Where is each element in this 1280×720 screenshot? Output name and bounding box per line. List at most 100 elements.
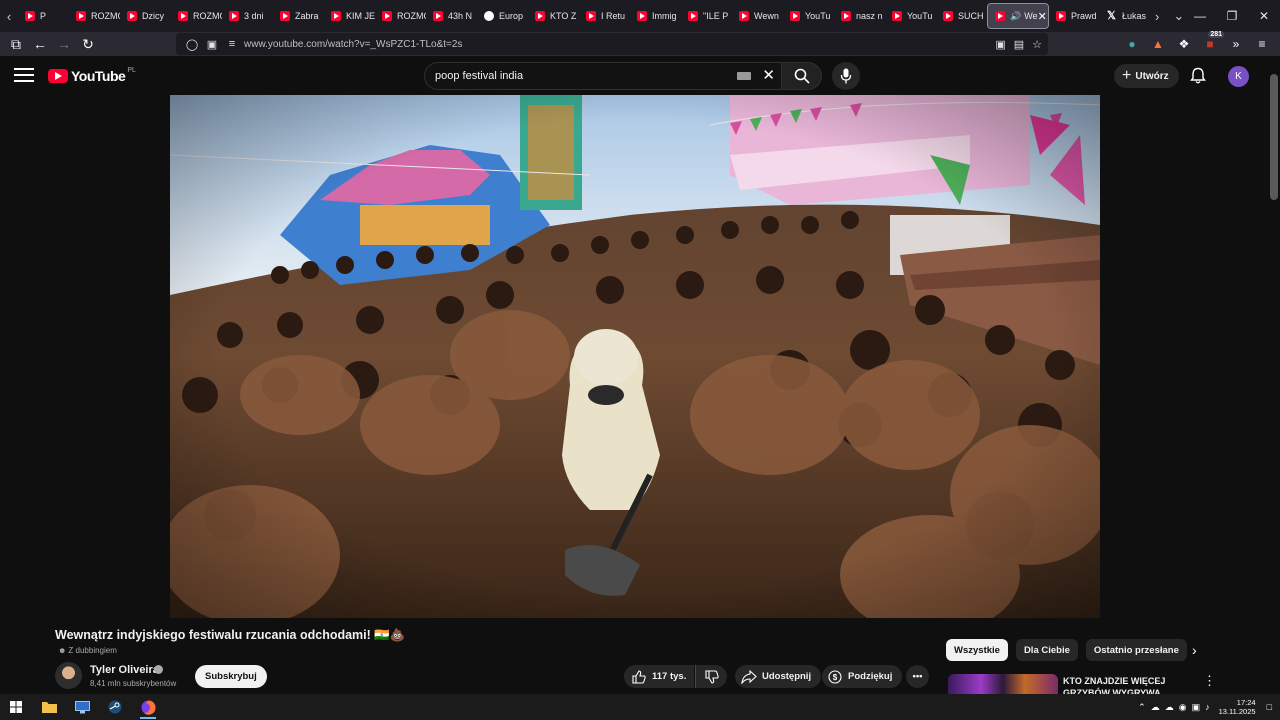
browser-tab[interactable]: ROZMO [375,3,426,29]
close-window-icon[interactable]: ✕ [1248,0,1280,32]
system-tray: ⌃ ☁ ☁ ◉ ▣ ♪ 17:24 13.11.2025 □ [1138,694,1280,720]
browser-tab[interactable]: Prawd [1049,3,1100,29]
keyboard-icon[interactable] [737,72,751,80]
taskbar-monitor-app[interactable] [66,694,98,720]
dislike-button[interactable] [695,665,727,688]
create-button[interactable]: + Utwórz [1114,64,1179,88]
browser-tab[interactable]: SUCH [936,3,987,29]
search-icon [794,68,810,84]
browser-tab[interactable]: ROZMO [69,3,120,29]
url-text[interactable]: www.youtube.com/watch?v=_WsPZC1-TLo&t=2s [244,39,462,50]
tray-overflow-icon[interactable]: ⌃ [1138,702,1146,713]
thanks-button[interactable]: $ Podziękuj [822,665,903,688]
recommendation-thumbnail[interactable] [948,674,1058,694]
list-all-tabs-icon[interactable]: ⌄ [1173,8,1184,24]
onedrive-cloud-icon[interactable]: ☁ [1151,702,1160,713]
forward-icon[interactable]: → [52,32,76,56]
overflow-icon[interactable]: » [1226,34,1246,54]
clock[interactable]: 17:24 13.11.2025 [1219,698,1256,716]
browser-tab[interactable]: P [18,3,69,29]
browser-tab[interactable]: 43h N [426,3,477,29]
tab-overview-icon[interactable]: ⧉ [4,32,28,56]
youtube-icon [535,11,545,21]
browser-tab[interactable]: YouTu [783,3,834,29]
more-actions-button[interactable]: ••• [906,665,929,688]
volume-icon[interactable]: ♪ [1205,702,1210,712]
back-icon[interactable]: ← [28,32,52,56]
reload-icon[interactable]: ↻ [76,32,100,56]
browser-tab-label: We [1024,11,1038,21]
taskbar-steam[interactable] [99,694,131,720]
tabs-scroll-right-icon[interactable]: › [1155,9,1159,24]
browser-tab[interactable]: 𝕏 Łukas [1100,3,1151,29]
taskbar-file-explorer[interactable] [33,694,65,720]
youtube-logo[interactable]: YouTube PL [48,67,136,84]
browser-tab[interactable]: 3 dni [222,3,273,29]
browser-tab[interactable]: Dzicy [120,3,171,29]
video-player[interactable] [170,95,1100,618]
browser-tab[interactable]: YouTu [885,3,936,29]
microphone-icon [840,68,852,84]
lock-icon[interactable]: ▣ [204,38,220,51]
microphone-tray-icon[interactable]: ◉ [1179,702,1187,713]
close-tab-icon[interactable]: ✕ [1038,10,1047,23]
browser-tab[interactable]: nasz n [834,3,885,29]
ublock-icon[interactable]: ■ 281 [1200,31,1224,54]
chip-recently-uploaded[interactable]: Ostatnio przesłane [1085,639,1187,661]
taskbar-firefox[interactable] [132,694,164,720]
browser-tab[interactable]: KIM JE [324,3,375,29]
like-button[interactable]: 117 tys. [624,665,694,688]
dubbing-label: ☻ Z dubbingiem [58,646,117,655]
fox-extension-icon[interactable]: ▲ [1148,34,1168,54]
browser-tab[interactable]: Immig [630,3,681,29]
browser-tab[interactable]: "ILE P [681,3,732,29]
browser-tab-active[interactable]: 🔊 We ✕ [987,3,1049,29]
share-button[interactable]: Udostępnij [735,665,822,688]
channel-avatar[interactable] [55,662,82,689]
account-avatar[interactable]: K [1228,66,1249,87]
app-menu-icon[interactable]: ≡ [1252,34,1272,54]
browser-tab[interactable]: ROZMO [171,3,222,29]
chip-for-you[interactable]: Dla Ciebie [1015,639,1078,661]
notifications-bell-icon[interactable] [1190,67,1206,85]
search-input[interactable] [435,70,735,82]
browser-tab[interactable]: Europ [477,3,528,29]
extensions-icon[interactable]: ❖ [1174,34,1194,54]
browser-tab[interactable]: KTO Z [528,3,579,29]
minimize-icon[interactable]: — [1184,0,1216,32]
network-icon[interactable]: ▣ [1192,702,1201,713]
chip-all[interactable]: Wszystkie [946,639,1008,661]
browser-tab-label: Dzicy [142,11,164,21]
notifications-icon[interactable]: □ [1267,702,1272,712]
chips-next-icon[interactable]: › [1192,642,1197,658]
browser-tab[interactable]: I Retu [579,3,630,29]
cloud-sync-icon[interactable]: ☁ [1165,702,1174,713]
folder-icon [41,702,57,713]
restore-icon[interactable]: ❐ [1216,0,1248,32]
tracking-protection-icon[interactable]: ◯ [184,38,200,51]
start-button[interactable] [0,694,32,720]
browser-tab[interactable]: Zabra [273,3,324,29]
scrollbar-thumb[interactable] [1270,74,1278,200]
page-scrollbar[interactable] [1268,64,1280,694]
address-bar[interactable]: ◯ ▣ ≡ www.youtube.com/watch?v=_WsPZC1-TL… [176,33,1048,55]
bookmark-star-icon[interactable]: ☆ [1032,38,1042,51]
hamburger-menu-icon[interactable] [14,68,34,84]
recommendation-menu-icon[interactable]: ⋮ [1203,673,1216,689]
shield-extension-icon[interactable]: ● [1122,34,1142,54]
recommendation-chips: Wszystkie Dla Ciebie Ostatnio przesłane [946,639,1187,661]
browser-tab-label: P [40,11,47,21]
permissions-icon[interactable]: ≡ [224,38,240,50]
browser-toolbar: ⧉ ← → ↻ ◯ ▣ ≡ www.youtube.com/watch?v=_W… [0,31,1280,56]
recommendation-title[interactable]: KTO ZNAJDZIE WIĘCEJ GRZYBÓW WYGRYWA *AFE… [1063,675,1197,695]
tabs-scroll-left-icon[interactable]: ‹ [0,0,18,32]
channel-name[interactable]: Tyler Oliveira [90,664,159,676]
search-button[interactable] [782,62,822,90]
clear-search-icon[interactable]: ✕ [762,66,775,84]
tab-audio-speaker-icon[interactable]: 🔊 [1010,11,1021,22]
browser-tab[interactable]: Wewn [732,3,783,29]
picture-in-picture-icon[interactable]: ▣ [995,38,1005,51]
reader-view-icon[interactable]: ▤ [1014,38,1024,51]
subscribe-button[interactable]: Subskrybuj [195,665,267,688]
voice-search-button[interactable] [832,62,860,90]
